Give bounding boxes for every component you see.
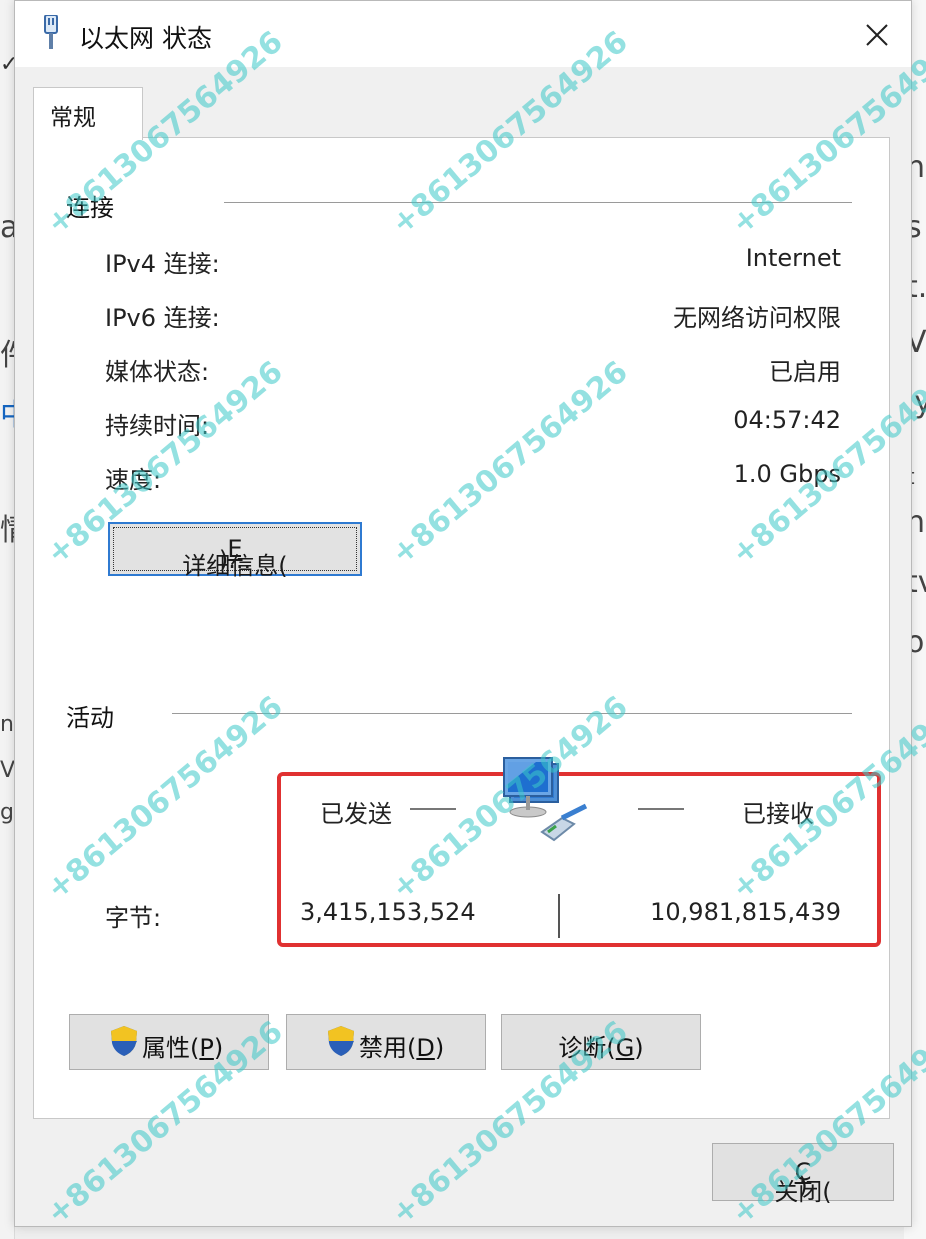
close-icon [866,24,888,46]
background-text: V [0,758,16,783]
media-state-label: 媒体状态: [105,358,210,386]
ipv4-label: IPv4 连接: [105,250,220,278]
connection-group-divider [224,202,852,203]
ethernet-status-dialog: 以太网 状态 常规 连接 IPv4 连接: Internet IPv6 连接: … [14,0,912,1227]
activity-separator [558,894,560,938]
close-window-button[interactable] [857,15,897,55]
sent-connector-line [410,808,456,810]
details-button-label: 详细信息(E)... [182,535,288,580]
disable-button-label: 禁用(D) [359,1034,445,1062]
properties-button-label: 属性(P) [142,1034,224,1062]
close-button-label: 关闭(C) [774,1158,832,1206]
window-title: 以太网 状态 [79,24,212,53]
general-panel: 连接 IPv4 连接: Internet IPv6 连接: 无网络访问权限 媒体… [33,137,890,1119]
ethernet-connector-icon [37,14,65,55]
title-bar[interactable]: 以太网 状态 [15,1,911,67]
activity-group-divider [172,713,852,714]
tab-general[interactable]: 常规 [33,87,143,140]
speed-label: 速度: [105,466,162,494]
properties-button[interactable]: 属性(P) [69,1014,269,1070]
duration-value: 04:57:42 [733,406,841,434]
sent-label: 已发送 [320,800,392,828]
received-label: 已接收 [742,800,814,828]
background-window-left [0,0,15,1239]
network-computer-icon [496,754,594,856]
received-connector-line [638,808,684,810]
background-text: g [0,800,14,825]
tab-general-label: 常规 [50,105,96,131]
ipv6-value: 无网络访问权限 [673,304,841,332]
close-button[interactable]: 关闭(C) [712,1143,894,1206]
bytes-sent-value: 3,415,153,524 [300,898,476,926]
diagnose-button[interactable]: 诊断(G) [501,1014,701,1070]
bytes-received-value: 10,981,815,439 [650,898,841,926]
details-button[interactable]: 详细信息(E)... [108,522,362,580]
connection-group-label: 连接 [66,194,114,222]
uac-shield-icon [327,1025,355,1061]
activity-group-label: 活动 [66,704,114,732]
disable-button[interactable]: 禁用(D) [286,1014,486,1070]
diagnose-button-label: 诊断(G) [558,1034,644,1062]
media-state-value: 已启用 [769,358,841,386]
bytes-label: 字节: [105,904,162,932]
ipv4-value: Internet [745,244,841,272]
duration-label: 持续时间: [105,412,210,440]
uac-shield-icon [110,1025,138,1061]
ipv6-label: IPv6 连接: [105,304,220,332]
speed-value: 1.0 Gbps [733,460,841,488]
